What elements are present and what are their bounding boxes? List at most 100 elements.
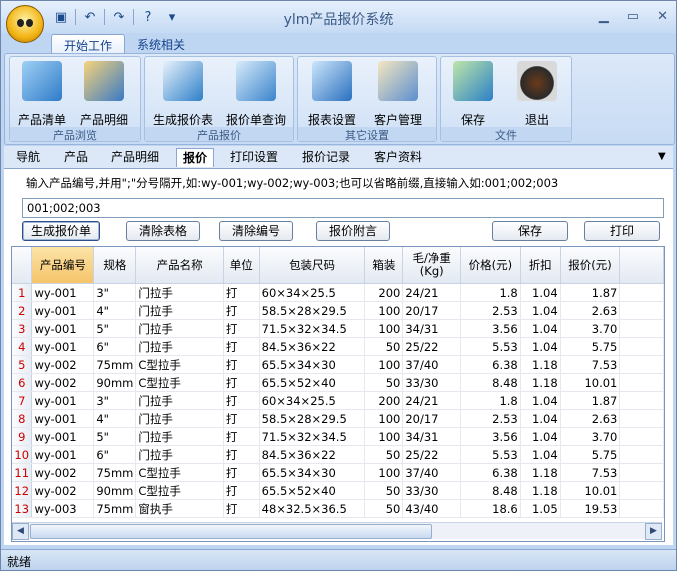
table-cell[interactable]: 84.5×36×22 bbox=[259, 445, 366, 464]
tab-print-settings[interactable]: 打印设置 bbox=[230, 148, 278, 166]
app-orb-button[interactable] bbox=[6, 5, 44, 43]
table-cell[interactable]: 24/21 bbox=[402, 391, 462, 410]
table-cell[interactable]: 25/22 bbox=[402, 337, 462, 356]
table-cell[interactable]: 5.75 bbox=[560, 445, 621, 464]
table-cell[interactable]: 门拉手 bbox=[135, 391, 224, 410]
table-cell[interactable]: 打 bbox=[223, 301, 260, 320]
table-cell[interactable]: 48×32.5×36.5 bbox=[259, 499, 366, 518]
table-cell[interactable]: wy-002 bbox=[31, 373, 95, 392]
table-cell[interactable]: 打 bbox=[223, 445, 260, 464]
table-cell[interactable]: 50 bbox=[364, 499, 404, 518]
table-cell[interactable]: 打 bbox=[223, 283, 260, 302]
table-cell[interactable]: 6" bbox=[93, 445, 137, 464]
table-cell[interactable]: 打 bbox=[223, 355, 260, 374]
column-header[interactable]: 单位 bbox=[223, 247, 260, 284]
table-cell[interactable]: 71.5×32×34.5 bbox=[259, 319, 366, 338]
table-cell[interactable]: 1.18 bbox=[520, 481, 561, 500]
table-cell[interactable]: C型拉手 bbox=[135, 463, 224, 482]
table-row[interactable]: 1 wy-001 3" 门拉手打 60×34×25.5 200 24/21 1.8 1.04 1.… bbox=[12, 283, 664, 302]
table-cell[interactable]: 1.05 bbox=[520, 499, 561, 518]
table-cell[interactable]: 5.53 bbox=[460, 445, 521, 464]
table-cell[interactable]: 打 bbox=[223, 463, 260, 482]
save-ribbon-button[interactable]: 保存 bbox=[443, 61, 503, 128]
table-cell[interactable]: wy-003 bbox=[31, 499, 95, 518]
table-cell[interactable]: 20/17 bbox=[402, 409, 462, 428]
table-cell[interactable]: 10.01 bbox=[560, 373, 621, 392]
table-cell[interactable]: C型拉手 bbox=[135, 481, 224, 500]
table-cell[interactable]: 门拉手 bbox=[135, 283, 224, 302]
column-header[interactable]: 箱装 bbox=[364, 247, 404, 284]
table-cell[interactable]: 100 bbox=[364, 319, 404, 338]
table-cell[interactable]: 门拉手 bbox=[135, 301, 224, 320]
table-cell[interactable]: 75mm bbox=[93, 463, 137, 482]
table-cell[interactable]: 5" bbox=[93, 319, 137, 338]
column-header[interactable]: 价格(元) bbox=[460, 247, 521, 284]
table-row[interactable]: 6 wy-002 90mm C型拉手打 65.5×52×40 50 33/30 8.48 1.1… bbox=[12, 373, 664, 392]
table-cell[interactable]: 65.5×52×40 bbox=[259, 481, 366, 500]
table-cell[interactable]: 90mm bbox=[93, 481, 137, 500]
table-cell[interactable]: wy-001 bbox=[31, 391, 95, 410]
table-cell[interactable]: 1.18 bbox=[520, 463, 561, 482]
table-cell[interactable]: 窗执手 bbox=[135, 499, 224, 518]
table-row[interactable]: 9 wy-001 5" 门拉手打 71.5×32×34.5 100 34/31 3.56 1.0… bbox=[12, 427, 664, 446]
table-cell[interactable]: 打 bbox=[223, 319, 260, 338]
tab-quotation[interactable]: 报价 bbox=[176, 148, 215, 167]
table-cell[interactable]: 75mm bbox=[93, 355, 137, 374]
scroll-thumb[interactable] bbox=[30, 524, 432, 539]
customer-management-button[interactable]: 客户管理 bbox=[368, 61, 428, 128]
tab-customer-info[interactable]: 客户资料 bbox=[374, 148, 422, 166]
table-cell[interactable]: 5.75 bbox=[560, 337, 621, 356]
table-cell[interactable]: wy-001 bbox=[31, 427, 95, 446]
table-cell[interactable]: 2.53 bbox=[460, 301, 521, 320]
ribbon-tab-system[interactable]: 系统相关 bbox=[125, 34, 197, 55]
table-cell[interactable]: 1.04 bbox=[520, 427, 561, 446]
table-cell[interactable]: 2.63 bbox=[560, 301, 621, 320]
table-cell[interactable]: 6.38 bbox=[460, 463, 521, 482]
table-cell[interactable]: 33/30 bbox=[402, 373, 462, 392]
table-cell[interactable]: 43/40 bbox=[402, 499, 462, 518]
table-cell[interactable]: 37/40 bbox=[402, 463, 462, 482]
table-cell[interactable]: 1.18 bbox=[520, 373, 561, 392]
table-cell[interactable]: 1.04 bbox=[520, 301, 561, 320]
save-button[interactable]: 保存 bbox=[492, 221, 568, 241]
table-cell[interactable]: 1.8 bbox=[460, 391, 521, 410]
table-cell[interactable]: 4" bbox=[93, 301, 137, 320]
table-cell[interactable]: wy-001 bbox=[31, 319, 95, 338]
quote-attachment-button[interactable]: 报价附言 bbox=[316, 221, 390, 241]
column-header[interactable]: 产品编号 bbox=[31, 247, 95, 284]
exit-button[interactable]: 退出 bbox=[507, 61, 567, 128]
table-cell[interactable]: 200 bbox=[364, 283, 404, 302]
table-cell[interactable]: 18.6 bbox=[460, 499, 521, 518]
table-cell[interactable]: 58.5×28×29.5 bbox=[259, 409, 366, 428]
column-header[interactable]: 毛/净重 (Kg) bbox=[402, 247, 462, 284]
table-cell[interactable]: 1.04 bbox=[520, 409, 561, 428]
table-cell[interactable]: 打 bbox=[223, 337, 260, 356]
table-cell[interactable]: 5" bbox=[93, 427, 137, 446]
tab-quote-records[interactable]: 报价记录 bbox=[302, 148, 350, 166]
table-cell[interactable]: 1.04 bbox=[520, 283, 561, 302]
table-cell[interactable]: 100 bbox=[364, 301, 404, 320]
table-cell[interactable]: 1.87 bbox=[560, 391, 621, 410]
table-cell[interactable]: wy-002 bbox=[31, 463, 95, 482]
table-cell[interactable]: 3" bbox=[93, 391, 137, 410]
table-cell[interactable]: 1.87 bbox=[560, 283, 621, 302]
tab-product[interactable]: 产品 bbox=[64, 148, 88, 166]
column-header[interactable]: 产品名称 bbox=[135, 247, 224, 284]
generate-quote-sheet-button[interactable]: 生成报价单 bbox=[22, 221, 100, 241]
column-header[interactable]: 包装尺码 bbox=[259, 247, 366, 284]
table-cell[interactable]: 10.01 bbox=[560, 481, 621, 500]
table-cell[interactable]: 2.53 bbox=[460, 409, 521, 428]
table-cell[interactable]: wy-001 bbox=[31, 301, 95, 320]
table-cell[interactable]: 2.63 bbox=[560, 409, 621, 428]
table-cell[interactable]: 50 bbox=[364, 481, 404, 500]
table-cell[interactable]: 8.48 bbox=[460, 373, 521, 392]
table-cell[interactable]: 34/31 bbox=[402, 319, 462, 338]
table-cell[interactable]: 门拉手 bbox=[135, 319, 224, 338]
table-cell[interactable]: 1.04 bbox=[520, 337, 561, 356]
table-cell[interactable]: wy-002 bbox=[31, 481, 95, 500]
tab-product-detail[interactable]: 产品明细 bbox=[111, 148, 159, 166]
table-cell[interactable]: C型拉手 bbox=[135, 355, 224, 374]
table-row[interactable]: 11 wy-002 75mm C型拉手打 65.5×34×30 100 37/40 6.38 1… bbox=[12, 463, 664, 482]
table-cell[interactable]: 6" bbox=[93, 337, 137, 356]
table-cell[interactable]: 3.56 bbox=[460, 319, 521, 338]
